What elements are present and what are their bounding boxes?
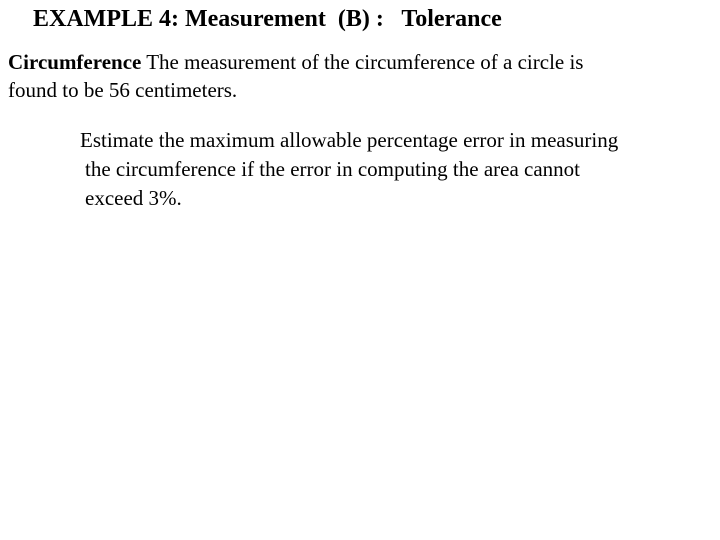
question-text: Estimate the maximum allowable percentag… (80, 126, 710, 213)
term-circumference: Circumference (8, 50, 142, 74)
question-line-1: Estimate the maximum allowable percentag… (80, 128, 619, 152)
slide-title: EXAMPLE 4: Measurement (B) : Tolerance (33, 6, 502, 32)
question-line-3: exceed 3%. (85, 186, 182, 210)
problem-statement: Circumference The measurement of the cir… (8, 48, 708, 104)
problem-statement-line-1: The measurement of the circumference of … (141, 50, 584, 74)
question-line-2: the circumference if the error in comput… (85, 157, 581, 181)
problem-statement-line-2: found to be 56 centimeters. (8, 78, 238, 102)
